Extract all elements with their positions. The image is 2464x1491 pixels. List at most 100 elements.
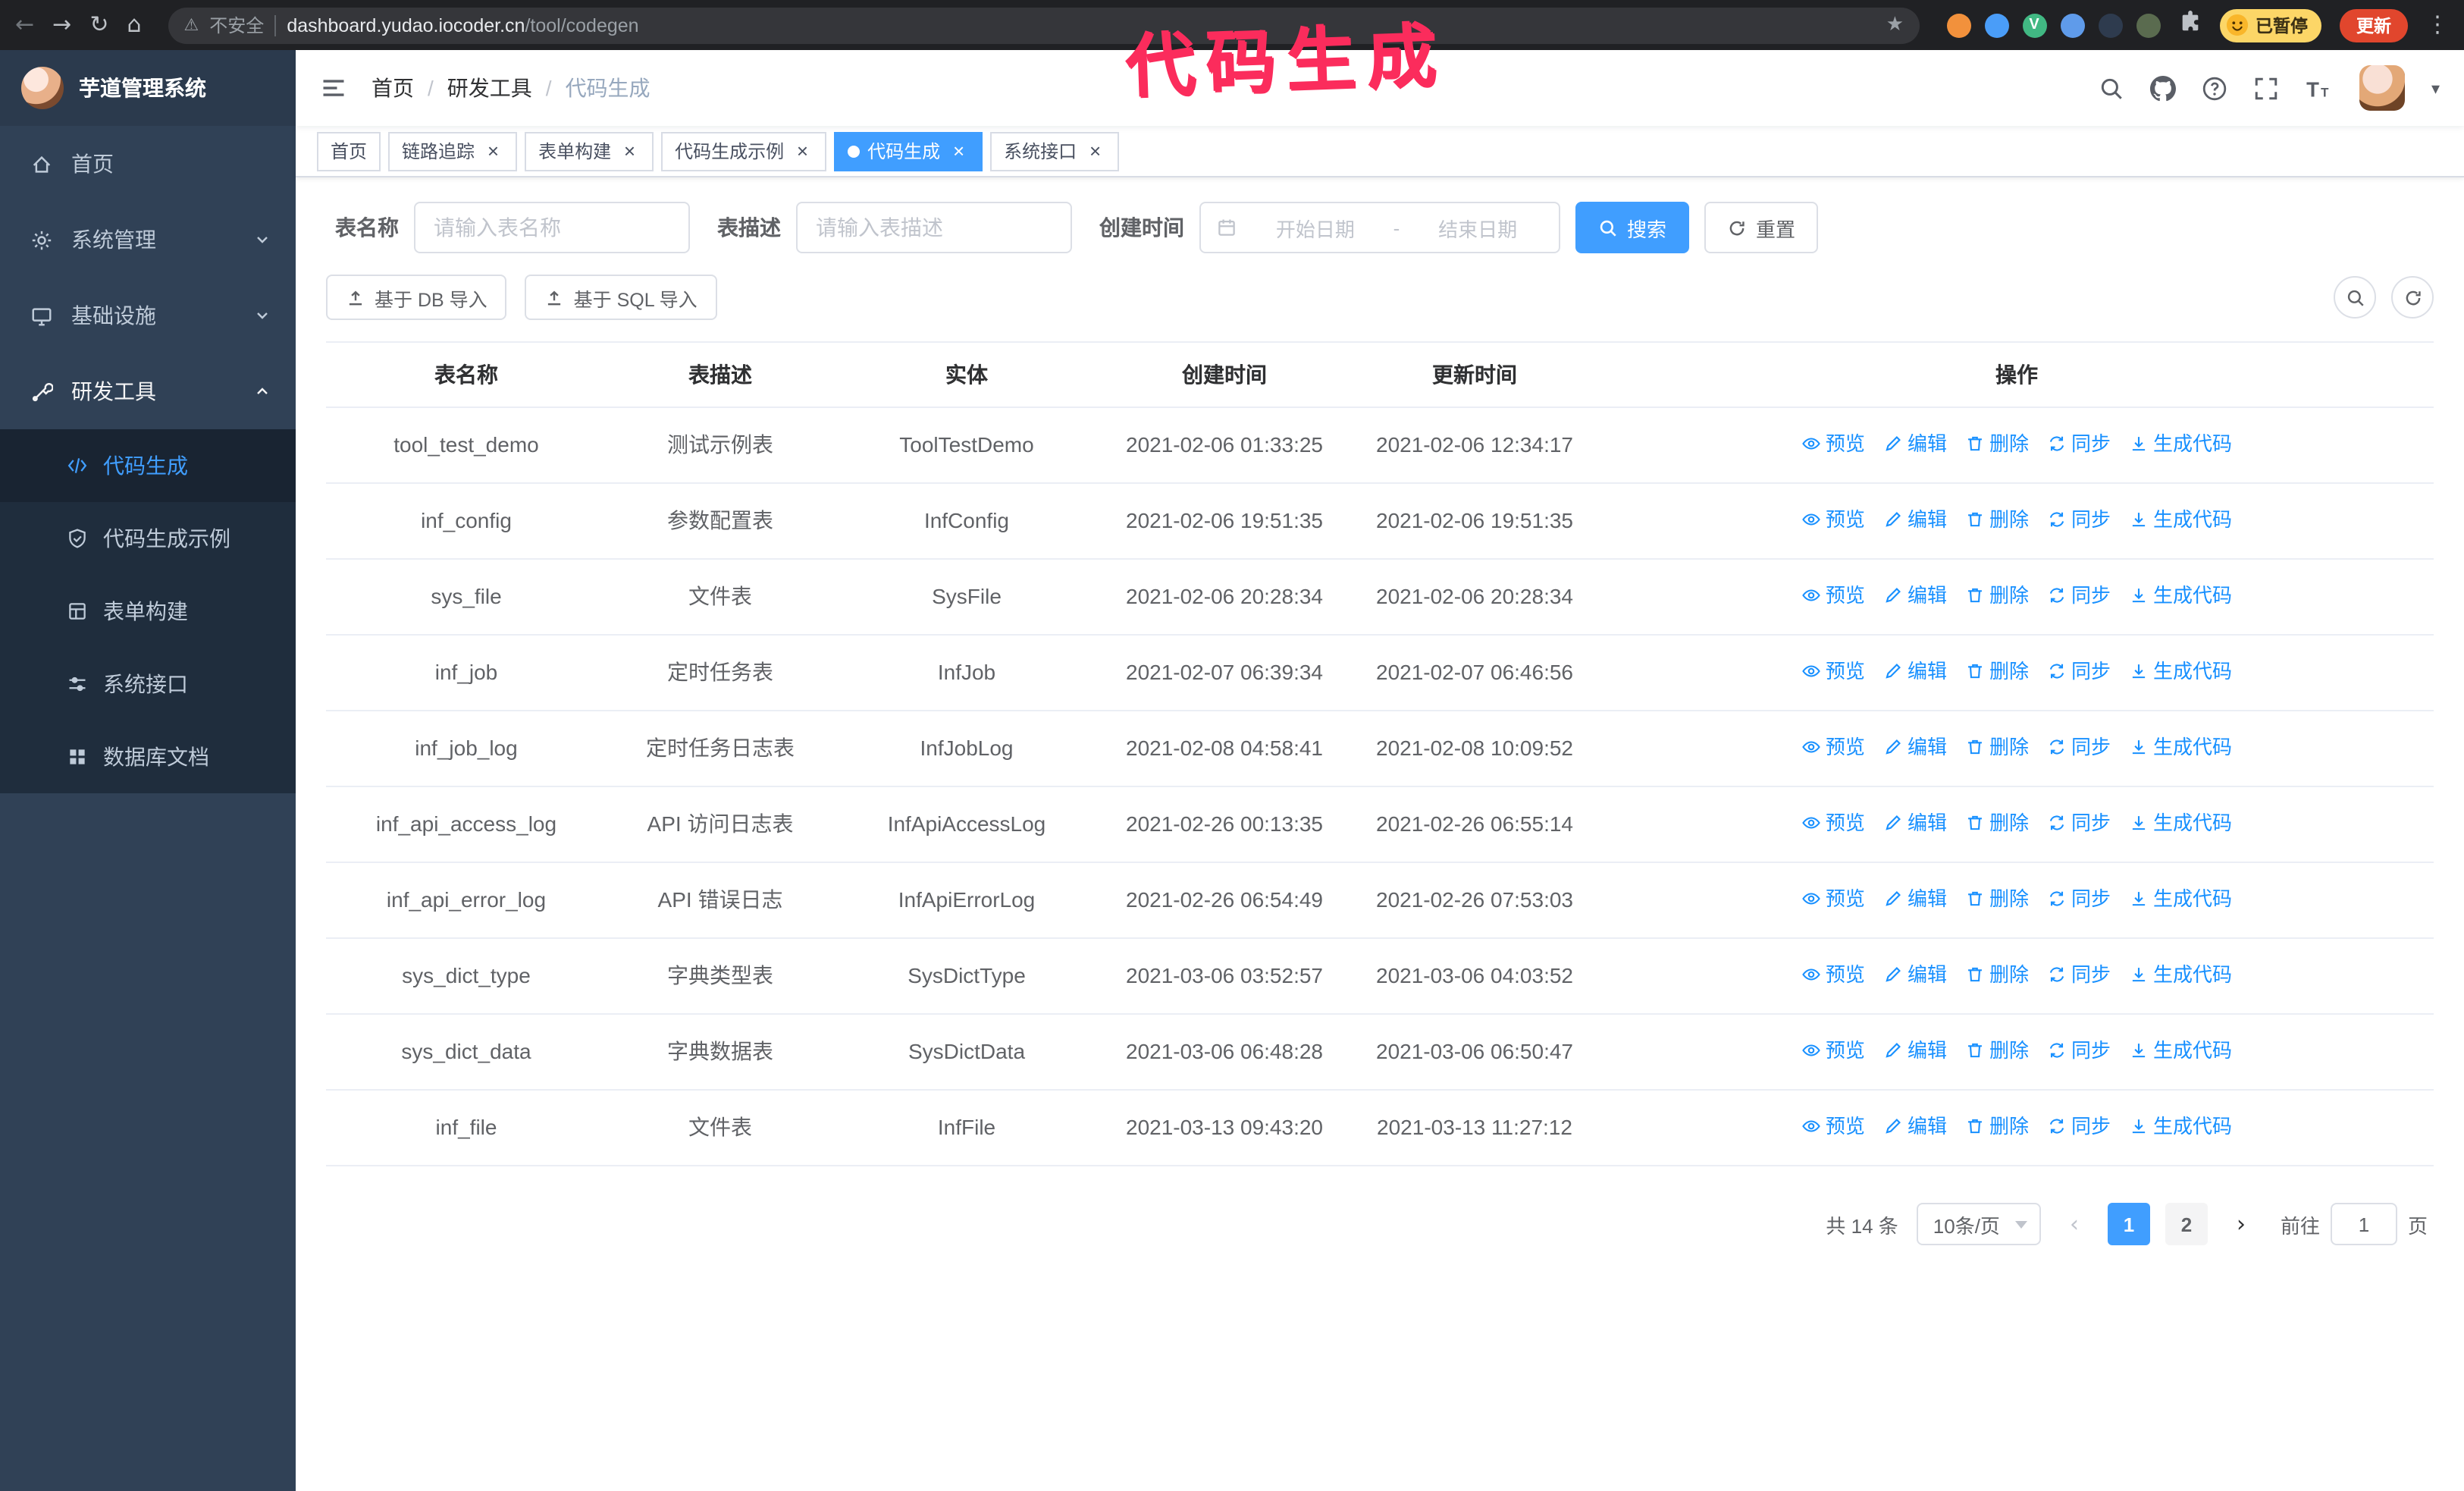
row-action-sync[interactable]: 同步 bbox=[2047, 731, 2111, 763]
search-button[interactable]: 搜索 bbox=[1575, 202, 1690, 253]
row-action-delete[interactable]: 删除 bbox=[1965, 655, 2029, 687]
create-time-range-picker[interactable]: 开始日期 - 结束日期 bbox=[1199, 202, 1560, 253]
browser-forward-icon[interactable]: → bbox=[52, 13, 71, 36]
prev-page-button[interactable]: ‹ bbox=[2056, 1203, 2093, 1245]
toggle-search-button[interactable] bbox=[2334, 276, 2376, 319]
search-icon[interactable] bbox=[2099, 75, 2125, 101]
row-action-sync[interactable]: 同步 bbox=[2047, 807, 2111, 839]
row-action-generate[interactable]: 生成代码 bbox=[2129, 883, 2232, 915]
tab-close-icon[interactable]: × bbox=[948, 140, 969, 162]
row-action-edit[interactable]: 编辑 bbox=[1883, 959, 1947, 990]
tab-item[interactable]: 系统接口 × bbox=[990, 131, 1120, 171]
row-action-edit[interactable]: 编辑 bbox=[1883, 883, 1947, 915]
row-action-preview[interactable]: 预览 bbox=[1801, 1110, 1865, 1142]
tab-close-icon[interactable]: × bbox=[482, 140, 503, 162]
row-action-sync[interactable]: 同步 bbox=[2047, 579, 2111, 611]
row-action-sync[interactable]: 同步 bbox=[2047, 959, 2111, 990]
row-action-delete[interactable]: 删除 bbox=[1965, 883, 2029, 915]
user-avatar[interactable] bbox=[2359, 65, 2406, 111]
sidebar-item-system-api[interactable]: 系统接口 bbox=[0, 648, 296, 720]
tab-item[interactable]: 首页 bbox=[317, 131, 381, 171]
sidebar-item-codegen-example[interactable]: 代码生成示例 bbox=[0, 502, 296, 575]
avatar-caret-down-icon[interactable]: ▾ bbox=[2431, 78, 2440, 98]
row-action-sync[interactable]: 同步 bbox=[2047, 1034, 2111, 1066]
address-bar[interactable]: ⚠ 不安全 dashboard.yudao.iocoder.cn/tool/co… bbox=[168, 7, 1919, 43]
bookmark-star-icon[interactable]: ★ bbox=[1886, 14, 1904, 36]
extension-icon-blue[interactable] bbox=[1984, 13, 2008, 37]
extension-icon-mono[interactable] bbox=[2136, 13, 2160, 37]
row-action-preview[interactable]: 预览 bbox=[1801, 807, 1865, 839]
row-action-delete[interactable]: 删除 bbox=[1965, 504, 2029, 535]
row-action-preview[interactable]: 预览 bbox=[1801, 883, 1865, 915]
page-button-2[interactable]: 2 bbox=[2165, 1203, 2208, 1245]
table-name-input[interactable] bbox=[414, 202, 690, 253]
tab-item[interactable]: 代码生成 × bbox=[834, 131, 983, 171]
row-action-sync[interactable]: 同步 bbox=[2047, 428, 2111, 460]
import-sql-button[interactable]: 基于 SQL 导入 bbox=[525, 275, 717, 320]
github-icon[interactable] bbox=[2150, 75, 2177, 101]
row-action-preview[interactable]: 预览 bbox=[1801, 655, 1865, 687]
row-action-preview[interactable]: 预览 bbox=[1801, 1034, 1865, 1066]
browser-home-icon[interactable]: ⌂ bbox=[127, 13, 141, 36]
breadcrumb-item[interactable]: 首页 bbox=[371, 73, 414, 103]
app-logo[interactable]: 芋道管理系统 bbox=[0, 50, 296, 126]
row-action-generate[interactable]: 生成代码 bbox=[2129, 655, 2232, 687]
row-action-delete[interactable]: 删除 bbox=[1965, 428, 2029, 460]
hamburger-menu-icon[interactable] bbox=[320, 74, 347, 102]
row-action-delete[interactable]: 删除 bbox=[1965, 579, 2029, 611]
browser-update-button[interactable]: 更新 bbox=[2340, 8, 2408, 42]
help-icon[interactable] bbox=[2202, 75, 2228, 101]
row-action-edit[interactable]: 编辑 bbox=[1883, 579, 1947, 611]
row-action-generate[interactable]: 生成代码 bbox=[2129, 1034, 2232, 1066]
fullscreen-icon[interactable] bbox=[2254, 75, 2280, 101]
row-action-preview[interactable]: 预览 bbox=[1801, 579, 1865, 611]
row-action-edit[interactable]: 编辑 bbox=[1883, 1034, 1947, 1066]
tab-close-icon[interactable]: × bbox=[619, 140, 640, 162]
row-action-generate[interactable]: 生成代码 bbox=[2129, 1110, 2232, 1142]
row-action-delete[interactable]: 删除 bbox=[1965, 959, 2029, 990]
row-action-delete[interactable]: 删除 bbox=[1965, 1034, 2029, 1066]
extension-icon-duo[interactable] bbox=[2060, 13, 2084, 37]
sidebar-item-form-builder[interactable]: 表单构建 bbox=[0, 575, 296, 648]
row-action-generate[interactable]: 生成代码 bbox=[2129, 731, 2232, 763]
font-size-icon[interactable]: TT bbox=[2306, 75, 2334, 101]
row-action-preview[interactable]: 预览 bbox=[1801, 504, 1865, 535]
sidebar-item-home[interactable]: 首页 bbox=[0, 126, 296, 202]
row-action-edit[interactable]: 编辑 bbox=[1883, 655, 1947, 687]
import-db-button[interactable]: 基于 DB 导入 bbox=[326, 275, 507, 320]
row-action-preview[interactable]: 预览 bbox=[1801, 959, 1865, 990]
row-action-edit[interactable]: 编辑 bbox=[1883, 504, 1947, 535]
browser-back-icon[interactable]: ← bbox=[15, 13, 34, 36]
tab-close-icon[interactable]: × bbox=[1084, 140, 1105, 162]
refresh-table-button[interactable] bbox=[2391, 276, 2434, 319]
row-action-generate[interactable]: 生成代码 bbox=[2129, 579, 2232, 611]
tab-item[interactable]: 代码生成示例 × bbox=[661, 131, 827, 171]
tab-close-icon[interactable]: × bbox=[792, 140, 813, 162]
page-button-1[interactable]: 1 bbox=[2107, 1203, 2150, 1245]
sidebar-item-db-docs[interactable]: 数据库文档 bbox=[0, 720, 296, 793]
tab-item[interactable]: 链路追踪 × bbox=[388, 131, 518, 171]
sidebar-item-codegen[interactable]: 代码生成 bbox=[0, 429, 296, 502]
row-action-sync[interactable]: 同步 bbox=[2047, 1110, 2111, 1142]
security-label[interactable]: 不安全 bbox=[209, 12, 264, 38]
breadcrumb-item[interactable]: 研发工具 bbox=[447, 73, 532, 103]
row-action-preview[interactable]: 预览 bbox=[1801, 428, 1865, 460]
row-action-delete[interactable]: 删除 bbox=[1965, 731, 2029, 763]
next-page-button[interactable]: › bbox=[2223, 1203, 2259, 1245]
profile-paused-badge[interactable]: 已暂停 bbox=[2219, 8, 2321, 42]
table-desc-input[interactable] bbox=[796, 202, 1072, 253]
reset-button[interactable]: 重置 bbox=[1704, 202, 1819, 253]
sidebar-item-system-management[interactable]: 系统管理 bbox=[0, 202, 296, 278]
browser-menu-kebab-icon[interactable]: ⋮ bbox=[2426, 13, 2449, 36]
tab-item[interactable]: 表单构建 × bbox=[525, 131, 654, 171]
page-size-select[interactable]: 10条/页 bbox=[1916, 1203, 2041, 1245]
row-action-edit[interactable]: 编辑 bbox=[1883, 807, 1947, 839]
extension-icon-orange[interactable] bbox=[1946, 13, 1970, 37]
row-action-generate[interactable]: 生成代码 bbox=[2129, 959, 2232, 990]
row-action-preview[interactable]: 预览 bbox=[1801, 731, 1865, 763]
row-action-delete[interactable]: 删除 bbox=[1965, 1110, 2029, 1142]
row-action-delete[interactable]: 删除 bbox=[1965, 807, 2029, 839]
sidebar-item-dev-tools[interactable]: 研发工具 bbox=[0, 353, 296, 429]
row-action-sync[interactable]: 同步 bbox=[2047, 655, 2111, 687]
goto-page-input[interactable] bbox=[2330, 1203, 2397, 1245]
